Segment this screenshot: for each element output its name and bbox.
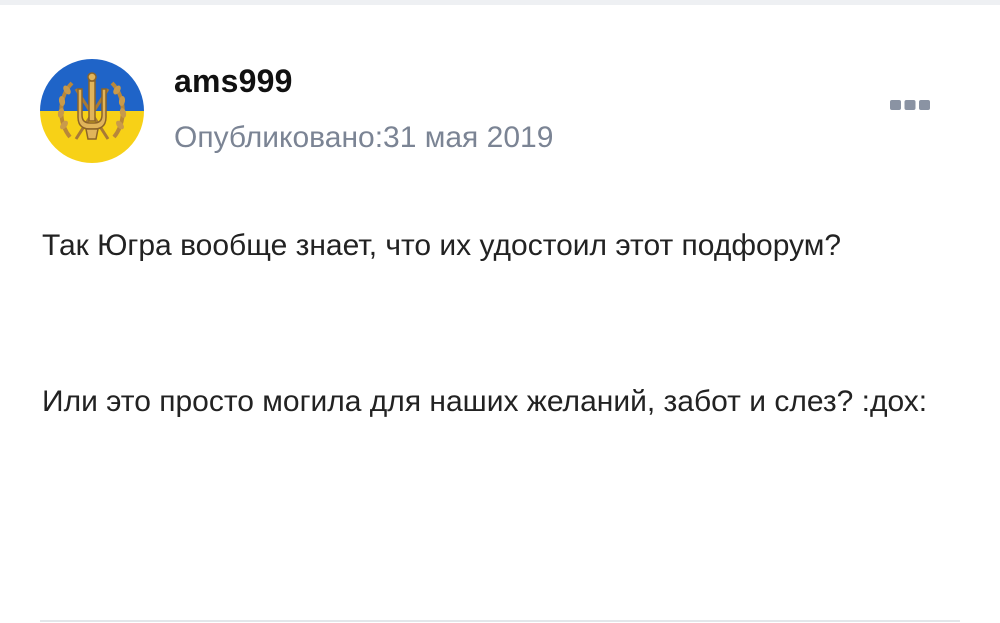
more-options-button[interactable]: [886, 95, 934, 115]
published-label: Опубликовано:: [174, 121, 384, 154]
published-date[interactable]: 31 мая 2019: [383, 121, 553, 154]
trident-emblem-icon: [40, 59, 144, 163]
forum-post: ams999 Опубликовано:31 мая 2019 Так Югра…: [0, 5, 1000, 623]
post-paragraph: Так Югра вообще знает, что их удостоил э…: [42, 229, 842, 262]
post-date: Опубликовано:31 мая 2019: [174, 121, 553, 155]
divider: [40, 620, 960, 622]
more-dots-icon: [890, 100, 930, 110]
avatar[interactable]: [40, 59, 144, 163]
post-content: Так Югра вообще знает, что их удостоил э…: [42, 220, 942, 428]
post-paragraph: Или это просто могила для наших желаний,…: [42, 385, 928, 418]
author-name[interactable]: ams999: [174, 63, 293, 100]
